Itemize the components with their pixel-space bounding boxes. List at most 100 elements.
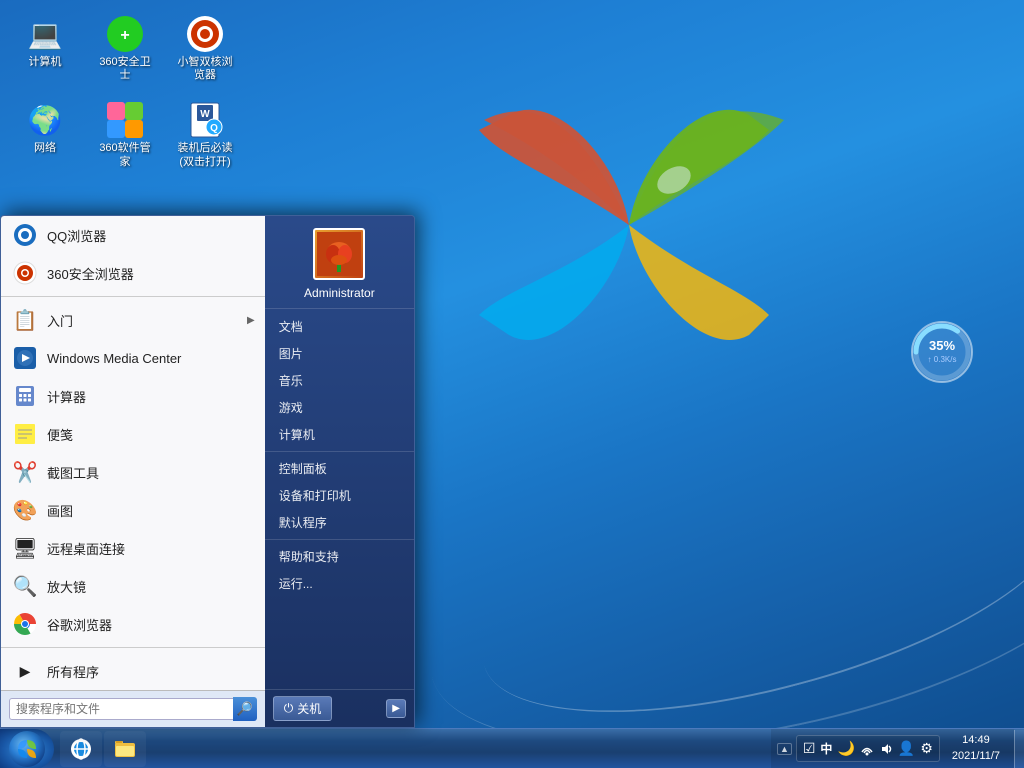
start-right-control-panel[interactable]: 控制面板 (265, 455, 414, 482)
start-right-games[interactable]: 游戏 (265, 394, 414, 421)
start-menu-bottom: ⏻ 关机 ▶ (265, 689, 414, 727)
svg-text:35%: 35% (929, 338, 955, 353)
start-menu-left: QQ浏览器 360安全浏览器 📋 (1, 216, 265, 727)
computer-icon: 💻 (25, 14, 65, 54)
snipping-tool-label: 截图工具 (47, 463, 99, 482)
start-menu-item-snipping-tool[interactable]: ✂️ 截图工具 (1, 453, 265, 491)
360guard-icon-label: 360安全卫士 (94, 56, 156, 82)
start-menu-item-all-programs[interactable]: ▶ 所有程序 (1, 652, 265, 690)
shutdown-label: 关机 (297, 700, 321, 717)
start-right-run[interactable]: 运行... (265, 570, 414, 597)
clock-area[interactable]: 14:49 2021/11/7 (944, 733, 1008, 764)
start-menu-right-links: 文档 图片 音乐 游戏 计算机 控制面板 设备和打印机 默认程序 帮助和支持 运… (265, 309, 414, 689)
tray-action-center-icon[interactable]: ☑ (801, 738, 818, 759)
start-menu-items-list: QQ浏览器 360安全浏览器 📋 (1, 216, 265, 690)
360software-icon-label: 360软件管家 (94, 142, 156, 168)
tray-ime-icon[interactable]: 中 (818, 738, 834, 759)
start-right-documents[interactable]: 文档 (265, 313, 414, 340)
start-right-computer[interactable]: 计算机 (265, 421, 414, 448)
sticky-notes-label: 便笺 (47, 425, 73, 444)
qq-browser-label: QQ浏览器 (47, 226, 106, 245)
taskbar-ie-button[interactable] (60, 731, 102, 767)
start-menu-item-media-center[interactable]: Windows Media Center (1, 339, 265, 377)
desktop: 💻 计算机 + 360安全卫士 (0, 0, 1024, 768)
360software-icon (105, 100, 145, 140)
getting-started-icon: 📋 (11, 306, 39, 334)
calculator-label: 计算器 (47, 387, 86, 406)
start-orb-icon (9, 731, 45, 767)
tray-user-icon[interactable]: 👤 (896, 738, 917, 759)
shutdown-button[interactable]: ⏻ 关机 (273, 696, 333, 721)
start-right-default-programs[interactable]: 默认程序 (265, 509, 414, 536)
show-desktop-button[interactable] (1014, 730, 1024, 768)
network-icon: 🌍 (25, 100, 65, 140)
xzbrowser-icon (185, 14, 225, 54)
start-menu-item-getting-started[interactable]: 📋 入门 ▶ (1, 301, 265, 339)
paint-label: 画图 (47, 501, 73, 520)
start-menu-item-qq-browser[interactable]: QQ浏览器 (1, 216, 265, 254)
getting-started-label: 入门 (47, 311, 73, 330)
start-menu-item-remote-desktop[interactable]: 🖥 远程桌面连接 (1, 529, 265, 567)
tray-expand-button[interactable]: ▲ (777, 743, 792, 755)
search-button[interactable]: 🔎 (233, 697, 257, 721)
computer-icon-label: 计算机 (29, 56, 62, 69)
taskbar-pinned-items (60, 731, 146, 767)
start-right-help[interactable]: 帮助和支持 (265, 543, 414, 570)
start-search-bar: 🔎 (1, 690, 265, 727)
sticky-notes-icon (11, 420, 39, 448)
qq-browser-icon (11, 221, 39, 249)
start-menu-divider-2 (1, 647, 265, 648)
start-button[interactable] (0, 729, 54, 768)
start-menu-item-paint[interactable]: 🎨 画图 (1, 491, 265, 529)
taskbar: ▲ ☑ 中 🌙 👤 (0, 728, 1024, 768)
tray-settings-icon[interactable]: ⚙ (918, 738, 935, 759)
360guard-icon: + (105, 14, 145, 54)
tray-volume-icon[interactable] (877, 740, 895, 758)
desktop-icon-network[interactable]: 🌍 网络 (10, 96, 80, 172)
right-divider (265, 451, 414, 452)
user-avatar (313, 228, 365, 280)
media-center-label: Windows Media Center (47, 351, 181, 366)
readme-icon: W Q (185, 100, 225, 140)
shutdown-arrow-button[interactable]: ▶ (386, 699, 406, 718)
tray-moon-icon[interactable]: 🌙 (835, 738, 856, 759)
start-menu-item-magnifier[interactable]: 🔍 放大镜 (1, 567, 265, 605)
start-menu-divider-1 (1, 296, 265, 297)
tray-network-icon[interactable] (858, 740, 876, 758)
svg-text:W: W (200, 109, 210, 120)
desktop-icon-computer[interactable]: 💻 计算机 (10, 10, 80, 86)
360-browser-label: 360安全浏览器 (47, 264, 134, 283)
all-programs-icon: ▶ (11, 657, 39, 685)
clock-time: 14:49 (962, 733, 990, 748)
svg-text:↑ 0.3K/s: ↑ 0.3K/s (928, 355, 957, 364)
magnifier-icon: 🔍 (11, 572, 39, 600)
desktop-icons-container: 💻 计算机 + 360安全卫士 (10, 10, 240, 173)
start-right-pictures[interactable]: 图片 (265, 340, 414, 367)
desktop-icon-readme[interactable]: W Q 装机后必读(双击打开) (170, 96, 240, 172)
desktop-icons-row1: 💻 计算机 + 360安全卫士 (10, 10, 240, 86)
start-menu-item-360-browser[interactable]: 360安全浏览器 (1, 254, 265, 292)
remote-desktop-label: 远程桌面连接 (47, 539, 125, 558)
net-speed-widget[interactable]: 35% ↑ 0.3K/s (910, 320, 974, 384)
start-menu-item-calculator[interactable]: 计算器 (1, 377, 265, 415)
start-menu-right: Administrator 文档 图片 音乐 游戏 计算机 控制面板 设备和打印… (265, 216, 414, 727)
desktop-icon-xzbrowser[interactable]: 小智双核浏览器 (170, 10, 240, 86)
clock-date: 2021/11/7 (952, 749, 1000, 764)
start-menu-item-chrome[interactable]: 谷歌浏览器 (1, 605, 265, 643)
search-input[interactable] (9, 698, 234, 720)
start-menu: QQ浏览器 360安全浏览器 📋 (0, 215, 415, 728)
desktop-icon-360guard[interactable]: + 360安全卫士 (90, 10, 160, 86)
desktop-icon-360software[interactable]: 360软件管家 (90, 96, 160, 172)
paint-icon: 🎨 (11, 496, 39, 524)
start-menu-item-sticky-notes[interactable]: 便笺 (1, 415, 265, 453)
media-center-icon (11, 344, 39, 372)
taskbar-explorer-button[interactable] (104, 731, 146, 767)
getting-started-arrow: ▶ (247, 315, 255, 326)
system-tray: ▲ ☑ 中 🌙 👤 (771, 729, 1014, 768)
xzbrowser-icon-label: 小智双核浏览器 (174, 56, 236, 82)
start-right-devices[interactable]: 设备和打印机 (265, 482, 414, 509)
all-programs-label: 所有程序 (47, 662, 99, 681)
magnifier-label: 放大镜 (47, 577, 86, 596)
start-right-music[interactable]: 音乐 (265, 367, 414, 394)
svg-text:+: + (120, 27, 129, 44)
